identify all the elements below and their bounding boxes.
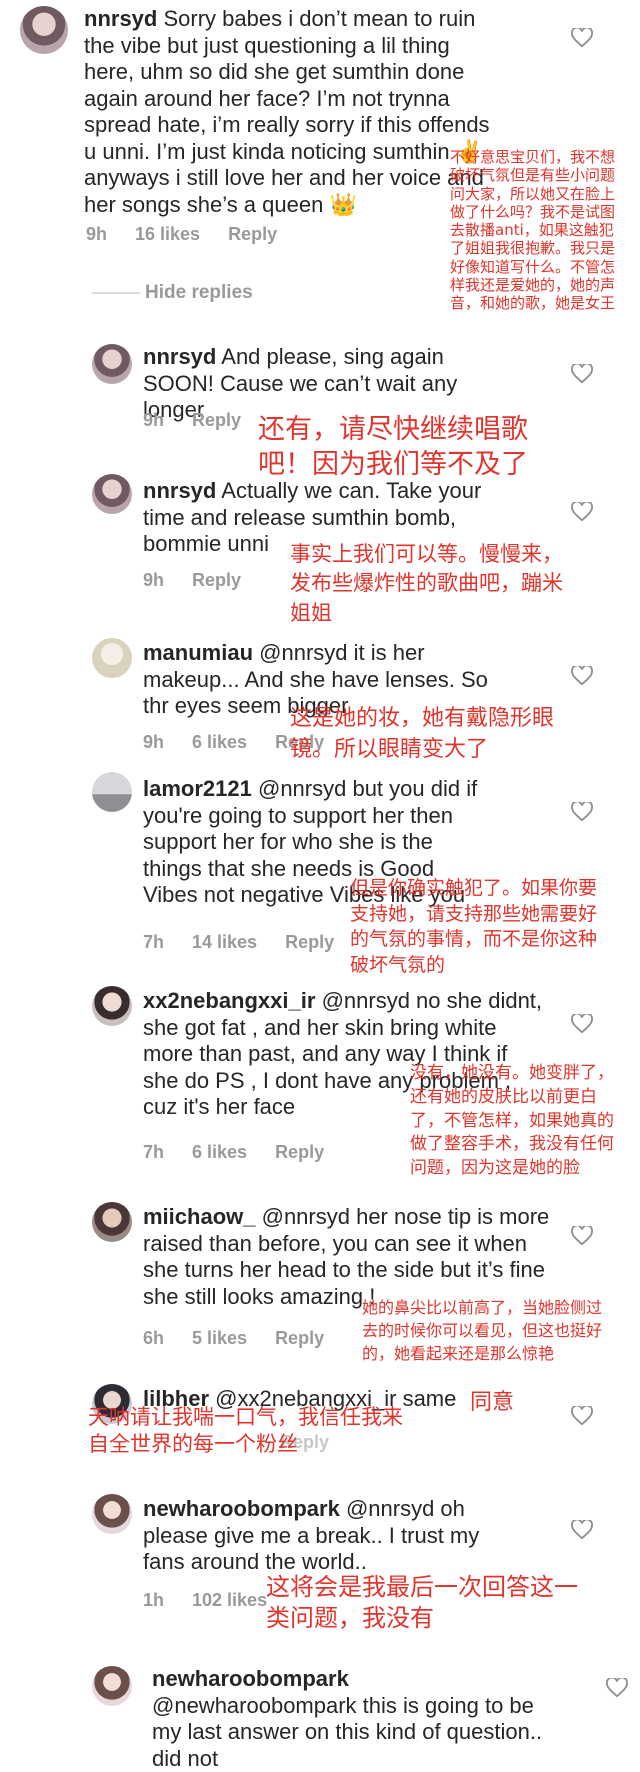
likes-count[interactable]: 6 likes [192,732,247,752]
timestamp: 6h [143,1328,165,1348]
translation-annotation: 同意 [470,1390,515,1415]
timestamp: 7h [143,1142,165,1162]
likes-count[interactable]: 5 likes [192,1328,247,1348]
username[interactable]: nnrsyd [143,344,216,369]
avatar[interactable] [92,1494,132,1534]
comment-body: @newharoobompark this is going to be my … [152,1692,543,1771]
heart-icon[interactable] [571,1226,593,1246]
translation-annotation: 这将会是我最后一次回答这一类问题，我没有 [266,1573,578,1633]
heart-icon[interactable] [571,1406,593,1426]
translation-annotation: 还有，请尽快继续唱歌吧！因为我们等不及了 [258,414,528,481]
username[interactable]: nnrsyd [143,478,216,503]
heart-icon[interactable] [571,502,593,522]
username[interactable]: miichaow_ [143,1204,255,1229]
comment-text: newharoobompark @newharoobompark this is … [152,1666,552,1772]
avatar[interactable] [20,6,68,54]
avatar[interactable] [92,638,132,678]
username[interactable]: nnrsyd [84,6,157,31]
comment-body: Sorry babes i don’t mean to ruin the vib… [84,6,490,217]
avatar[interactable] [92,772,132,812]
likes-count[interactable]: 6 likes [192,1142,247,1162]
timestamp: 9h [143,410,165,430]
heart-icon[interactable] [571,1520,593,1540]
reply-button[interactable]: Reply [275,1328,324,1348]
hide-replies-button[interactable]: Hide replies [145,282,253,304]
translation-annotation: 没有，她没有。她变胖了，还有她的皮肤比以前更白了，不管怎样，如果她真的做了整容手… [410,1063,614,1179]
reply-button[interactable]: Reply [285,932,334,952]
timestamp: 9h [86,224,108,244]
likes-count[interactable]: 102 likes [192,1590,267,1610]
translation-annotation: 但是你确实触犯了。如果你要支持她，请支持那些她需要好的气氛的事情，而不是你这种破… [350,877,598,976]
translation-annotation: 事实上我们可以等。慢慢来，发布些爆炸性的歌曲吧，蹦米姐姐 [290,542,563,625]
timestamp: 7h [143,932,165,952]
avatar[interactable] [92,344,132,384]
username[interactable]: newharoobompark [143,1496,340,1521]
avatar[interactable] [92,986,132,1026]
username[interactable]: lamor2121 [143,776,252,801]
heart-icon[interactable] [571,1014,593,1034]
avatar[interactable] [92,474,132,514]
reply-button[interactable]: Reply [192,570,241,590]
comment-text: nnrsyd Sorry babes i don’t mean to ruin … [84,6,494,218]
translation-annotation: 她的鼻尖比以前高了，当她脸侧过去的时候你可以看见，但这也挺好的，她看起来还是那么… [362,1298,603,1364]
comment-text: miichaow_ @nnrsyd her nose tip is more r… [143,1204,553,1310]
comment-meta: 7h 14 likes Reply [143,932,362,953]
comment-meta: 6h 5 likes Reply [143,1328,352,1349]
heart-icon[interactable] [571,802,593,822]
likes-count[interactable]: 16 likes [135,224,200,244]
heart-icon[interactable] [606,1678,628,1698]
timestamp: 1h [143,1590,165,1610]
reply-button[interactable]: Reply [275,1142,324,1162]
timestamp: 9h [143,570,165,590]
likes-count[interactable]: 14 likes [192,932,257,952]
translation-annotation: 这是她的妆，她有戴隐形眼镜。所以眼睛变大了 [290,706,555,762]
heart-icon[interactable] [571,666,593,686]
avatar[interactable] [92,1666,132,1706]
comment-meta: 9h Reply [143,410,269,431]
comment-meta: 9h 16 likes Reply [86,224,305,245]
reply-button[interactable]: Reply [192,410,241,430]
username[interactable]: manumiau [143,640,253,665]
translation-annotation: 不好意思宝贝们，我不想破坏气氛但是有些小问题问大家，所以她又在脸上做了什么吗？我… [450,148,616,313]
username[interactable]: xx2nebangxxi_ir [143,988,315,1013]
avatar[interactable] [92,1202,132,1242]
username[interactable]: newharoobompark [152,1666,349,1691]
heart-icon[interactable] [571,364,593,384]
timestamp: 9h [143,732,165,752]
comment-text: newharoobompark @nnrsyd oh please give m… [143,1496,503,1576]
translation-annotation: 天呐请让我喘一口气，我信任我来自全世界的每一个粉丝 [88,1405,403,1457]
reply-button[interactable]: Reply [228,224,277,244]
comment-meta: 9h Reply [143,570,269,591]
heart-icon[interactable] [571,28,593,48]
divider [92,292,140,294]
comment-meta: 7h 6 likes Reply [143,1142,352,1163]
